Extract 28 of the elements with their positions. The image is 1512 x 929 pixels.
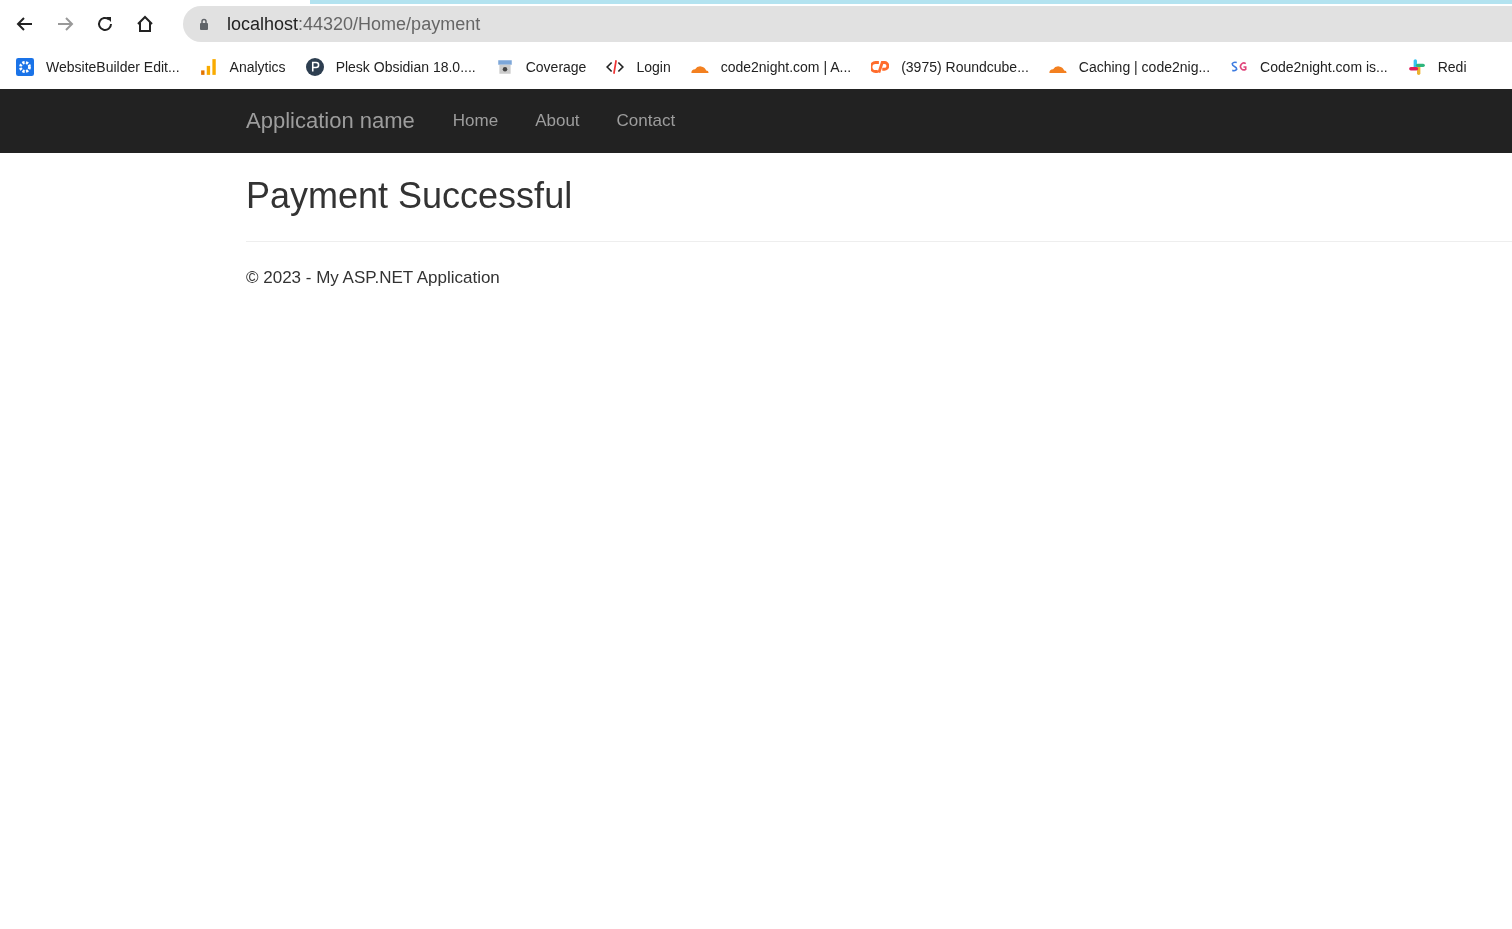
bookmark[interactable]: Analytics xyxy=(199,57,286,76)
page-heading: Payment Successful xyxy=(246,175,574,217)
brand-link[interactable]: Application name xyxy=(246,108,415,134)
footer-text: © 2023 - My ASP.NET Application xyxy=(246,268,501,288)
cloud-icon xyxy=(690,64,709,73)
nav-link[interactable]: About xyxy=(535,111,580,131)
bookmark[interactable]: WebsiteBuilder Edit... xyxy=(16,57,180,76)
bookmark[interactable]: Coverage xyxy=(495,57,587,76)
bookmark[interactable]: (3975) Roundcube... xyxy=(871,57,1029,76)
cloud-icon xyxy=(1048,64,1067,73)
gear-icon xyxy=(16,57,34,76)
bookmark[interactable]: Redi xyxy=(1407,57,1467,76)
bookmark[interactable]: code2night.com | A... xyxy=(690,58,852,75)
nav-link[interactable]: Contact xyxy=(616,111,676,131)
home-icon[interactable] xyxy=(135,14,155,34)
code-icon xyxy=(606,57,625,76)
address-bar[interactable]: localhost:44320/Home/payment xyxy=(183,6,1512,42)
hash-logo-icon xyxy=(1407,57,1426,76)
bookmark[interactable]: Plesk Obsidian 18.0.... xyxy=(305,57,476,76)
bar-chart-icon xyxy=(199,57,218,76)
shop-icon xyxy=(495,57,514,76)
bookmark[interactable]: Caching | code2nig... xyxy=(1048,58,1211,75)
lock-icon xyxy=(199,18,209,30)
letter-circle-icon xyxy=(305,57,324,76)
bookmark[interactable]: Code2night.com is... xyxy=(1230,57,1388,76)
nav-link[interactable]: Home xyxy=(452,111,499,131)
reload-icon[interactable] xyxy=(95,14,115,34)
bookmark[interactable]: Login xyxy=(606,57,671,76)
